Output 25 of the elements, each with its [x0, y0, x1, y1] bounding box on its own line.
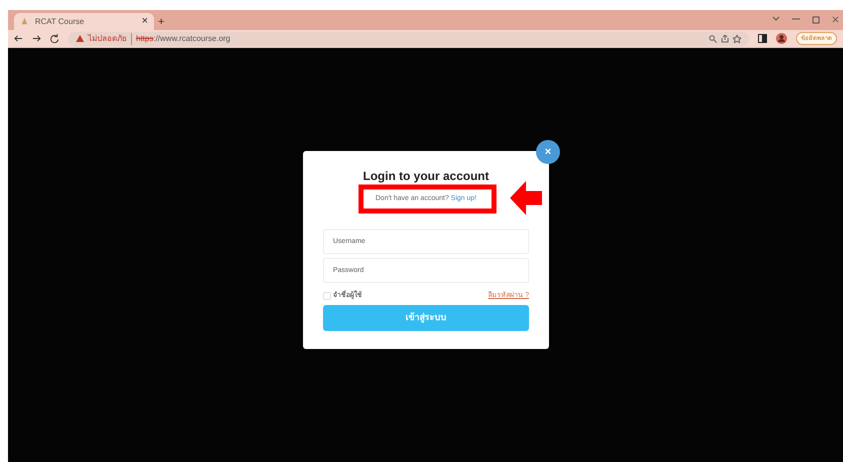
forward-icon[interactable]	[32, 34, 41, 43]
chevron-down-icon[interactable]	[772, 16, 780, 22]
minimize-icon[interactable]	[792, 16, 800, 22]
arrow-icon	[510, 181, 542, 215]
close-tab-button[interactable]: ×	[142, 16, 148, 27]
url-text: https://www.rcatcourse.org	[131, 32, 230, 44]
login-button[interactable]: เข้าสู่ระบบ	[323, 305, 529, 331]
dialog-title: Login to your account	[362, 168, 490, 185]
warning-icon	[76, 35, 84, 42]
new-tab-button[interactable]: +	[158, 17, 164, 28]
star-icon[interactable]	[733, 34, 741, 42]
side-panel-icon[interactable]	[758, 34, 767, 43]
share-icon[interactable]	[721, 34, 729, 42]
restore-icon[interactable]	[812, 16, 820, 24]
security-label: ไม่ปลอดภัย	[88, 32, 127, 44]
close-button[interactable]: ×	[536, 140, 560, 164]
site-icon	[20, 17, 29, 26]
back-icon[interactable]	[14, 34, 23, 43]
address-bar[interactable]: ไม่ปลอดภัย https://www.rcatcourse.org	[68, 32, 749, 46]
reload-icon[interactable]	[50, 34, 59, 43]
remember-checkbox[interactable]	[323, 292, 331, 300]
close-icon[interactable]	[832, 16, 839, 23]
zoom-icon[interactable]	[709, 34, 717, 42]
profile-icon[interactable]	[776, 33, 787, 44]
tab-title[interactable]: RCAT Course	[35, 16, 136, 28]
